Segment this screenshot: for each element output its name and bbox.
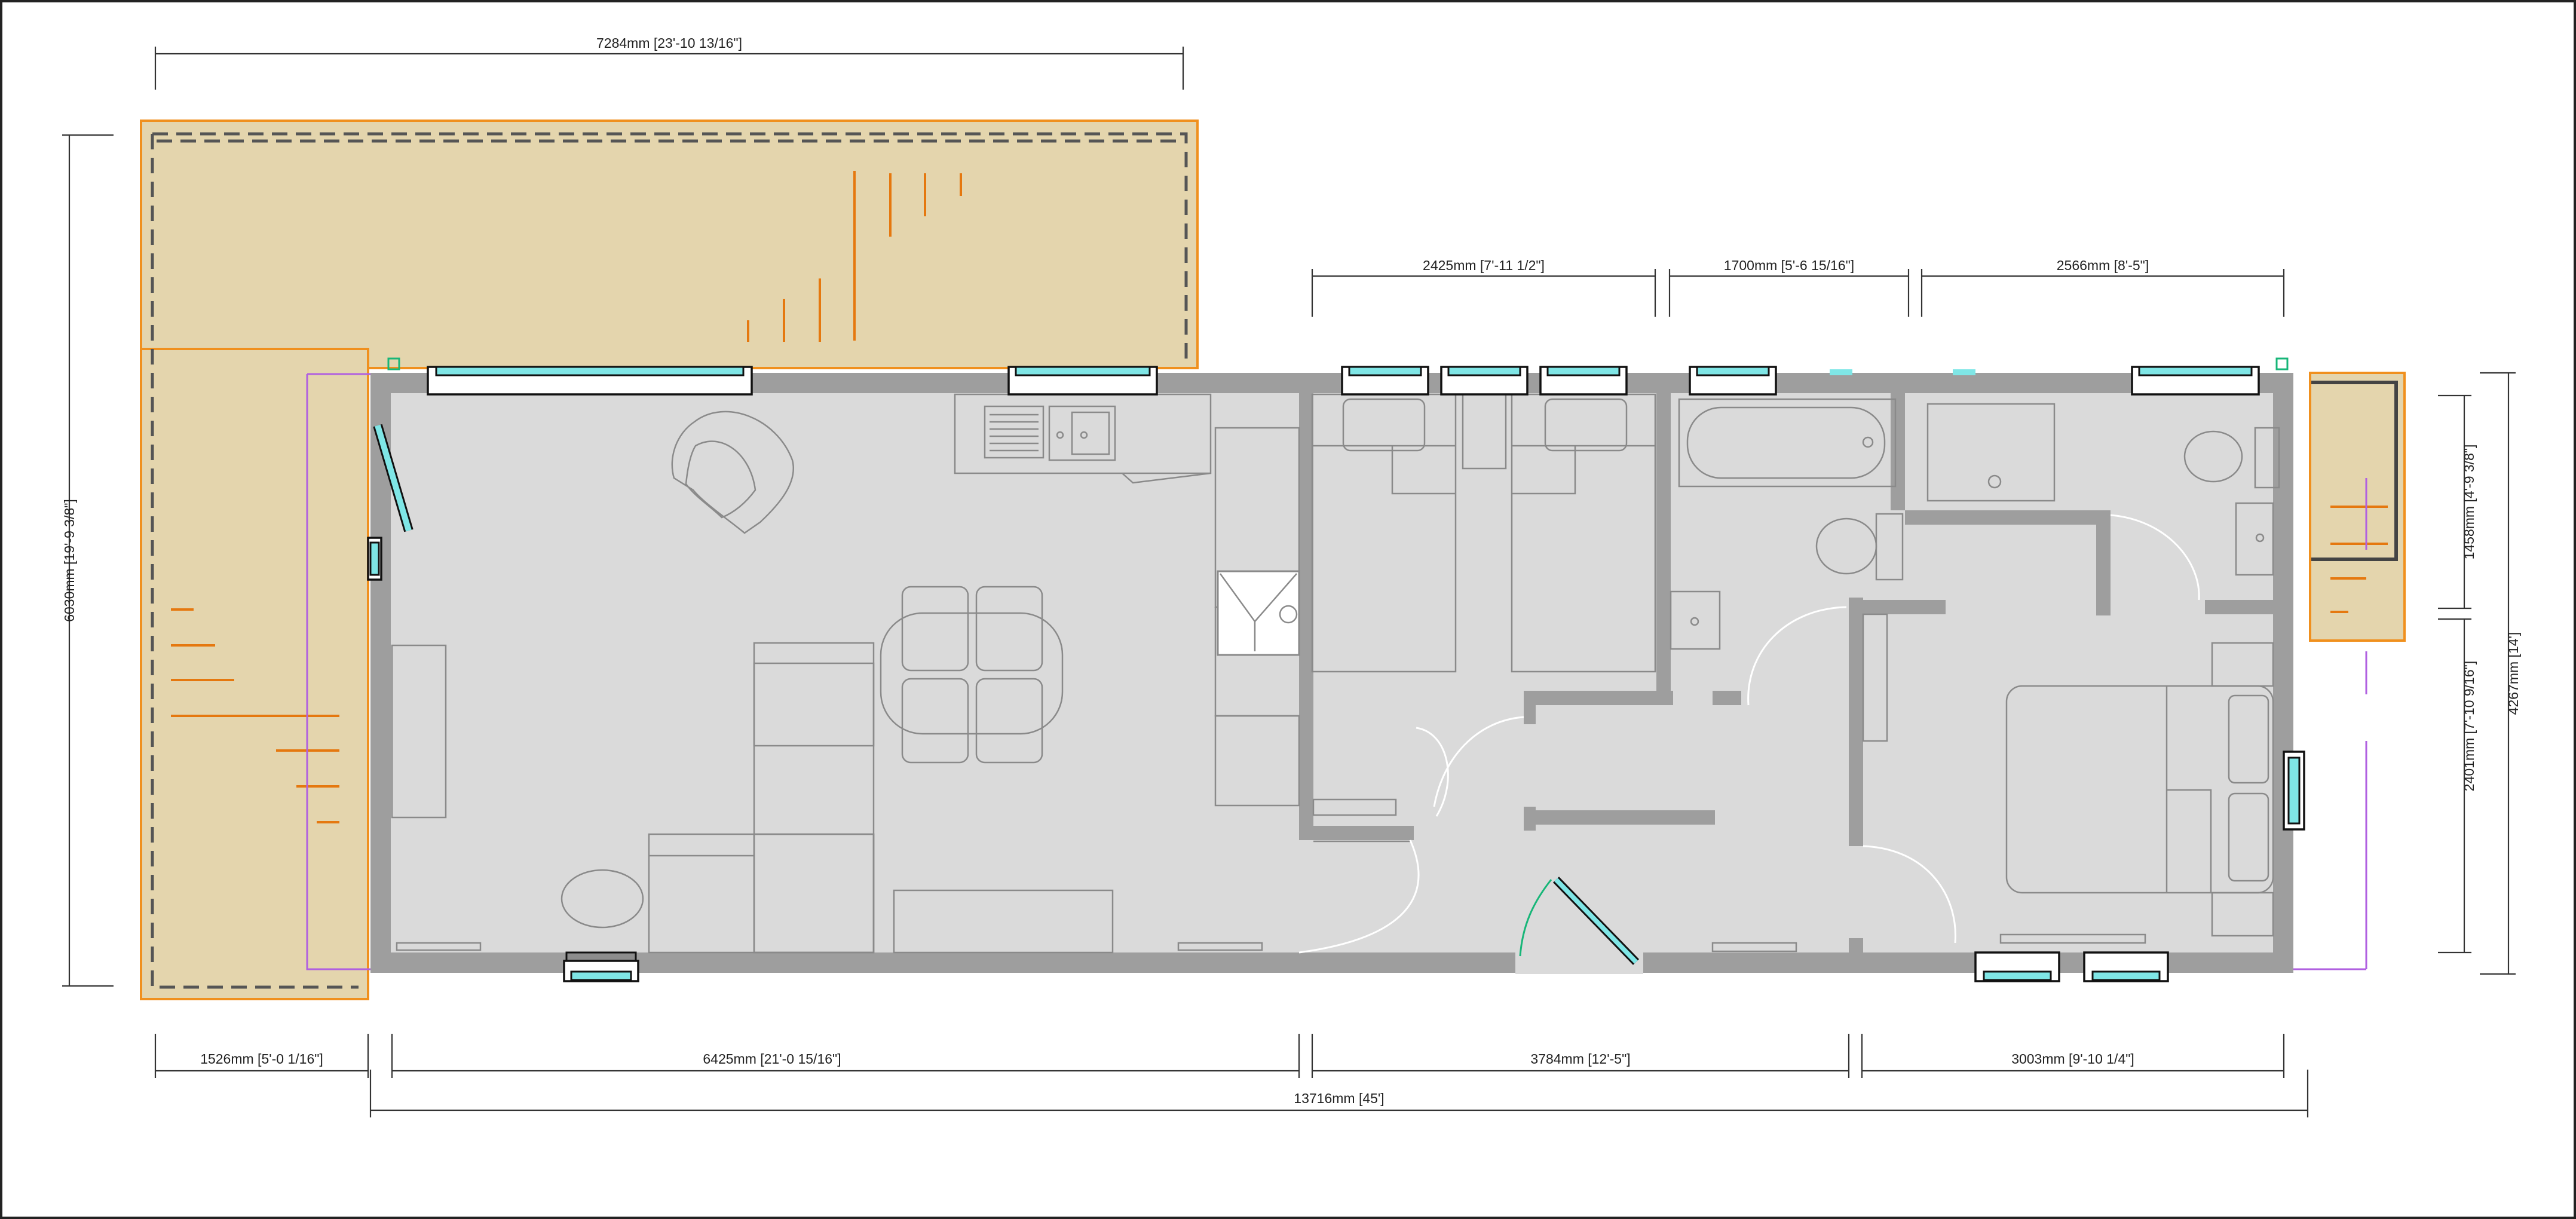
interior-wall [1524, 691, 1673, 705]
vent [1830, 369, 1852, 375]
building [367, 373, 2305, 974]
window[interactable] [1539, 366, 1628, 396]
interior-wall [1313, 826, 1414, 840]
window[interactable] [1974, 951, 2060, 982]
window[interactable] [1689, 366, 1777, 396]
deck-top [140, 120, 1199, 369]
dim-overall-length: 13716mm [45'] [1294, 1091, 1384, 1106]
interior-wall [1713, 691, 1741, 705]
floor-plan-drawing: 7284mm [23'-10 13/16"] 2425mm [7'-11 1/2… [0, 0, 2576, 1219]
dim-bath-width: 1700mm [5'-6 15/16"] [1724, 258, 1854, 273]
dim-bed2-top-width: 2566mm [8'-5"] [2057, 258, 2149, 273]
floor-area [370, 373, 2293, 973]
interior-wall [1849, 600, 1946, 614]
dim-living-width: 6425mm [21'-0 15/16"] [703, 1051, 841, 1067]
window[interactable] [1440, 366, 1529, 396]
interior-wall [1524, 691, 1536, 724]
window[interactable] [1007, 366, 1158, 396]
dim-middle-width: 3784mm [12'-5"] [1530, 1051, 1630, 1067]
interior-wall [1905, 510, 2108, 525]
exterior-wall-right [2273, 373, 2293, 973]
window[interactable] [2131, 366, 2260, 396]
dim-right-upper-height: 1458mm [4'-9 3/8"] [2461, 445, 2477, 560]
interior-wall [1849, 598, 1863, 846]
dim-deck-side-width: 1526mm [5'-0 1/16"] [200, 1051, 323, 1067]
interior-wall [1299, 392, 1313, 840]
window[interactable] [1341, 366, 1429, 396]
interior-wall [1524, 810, 1715, 825]
interior-wall [1891, 392, 1905, 510]
interior-wall [2205, 600, 2273, 614]
window[interactable] [563, 960, 639, 982]
vent [1953, 369, 1975, 375]
dim-deck-top-width: 7284mm [23'-10 13/16"] [596, 35, 742, 51]
dim-overall-height: 4267mm [14'] [2505, 632, 2521, 715]
dim-bed1-width: 2425mm [7'-11 1/2"] [1423, 258, 1545, 273]
interior-wall [2096, 510, 2111, 615]
dim-master-width: 3003mm [9'-10 1/4"] [2011, 1051, 2134, 1067]
interior-wall [1656, 392, 1671, 696]
deck-left [140, 348, 369, 1000]
cooker [1217, 570, 1300, 656]
interior-wall [1849, 938, 1863, 956]
interior-wall [1524, 807, 1536, 831]
dim-right-lower-height: 2401mm [7'-10 9/16"] [2461, 661, 2477, 791]
window[interactable] [427, 366, 753, 396]
window[interactable] [2083, 951, 2169, 982]
dim-deck-left-height: 6030mm [19'-9 3/8"] [62, 499, 77, 622]
